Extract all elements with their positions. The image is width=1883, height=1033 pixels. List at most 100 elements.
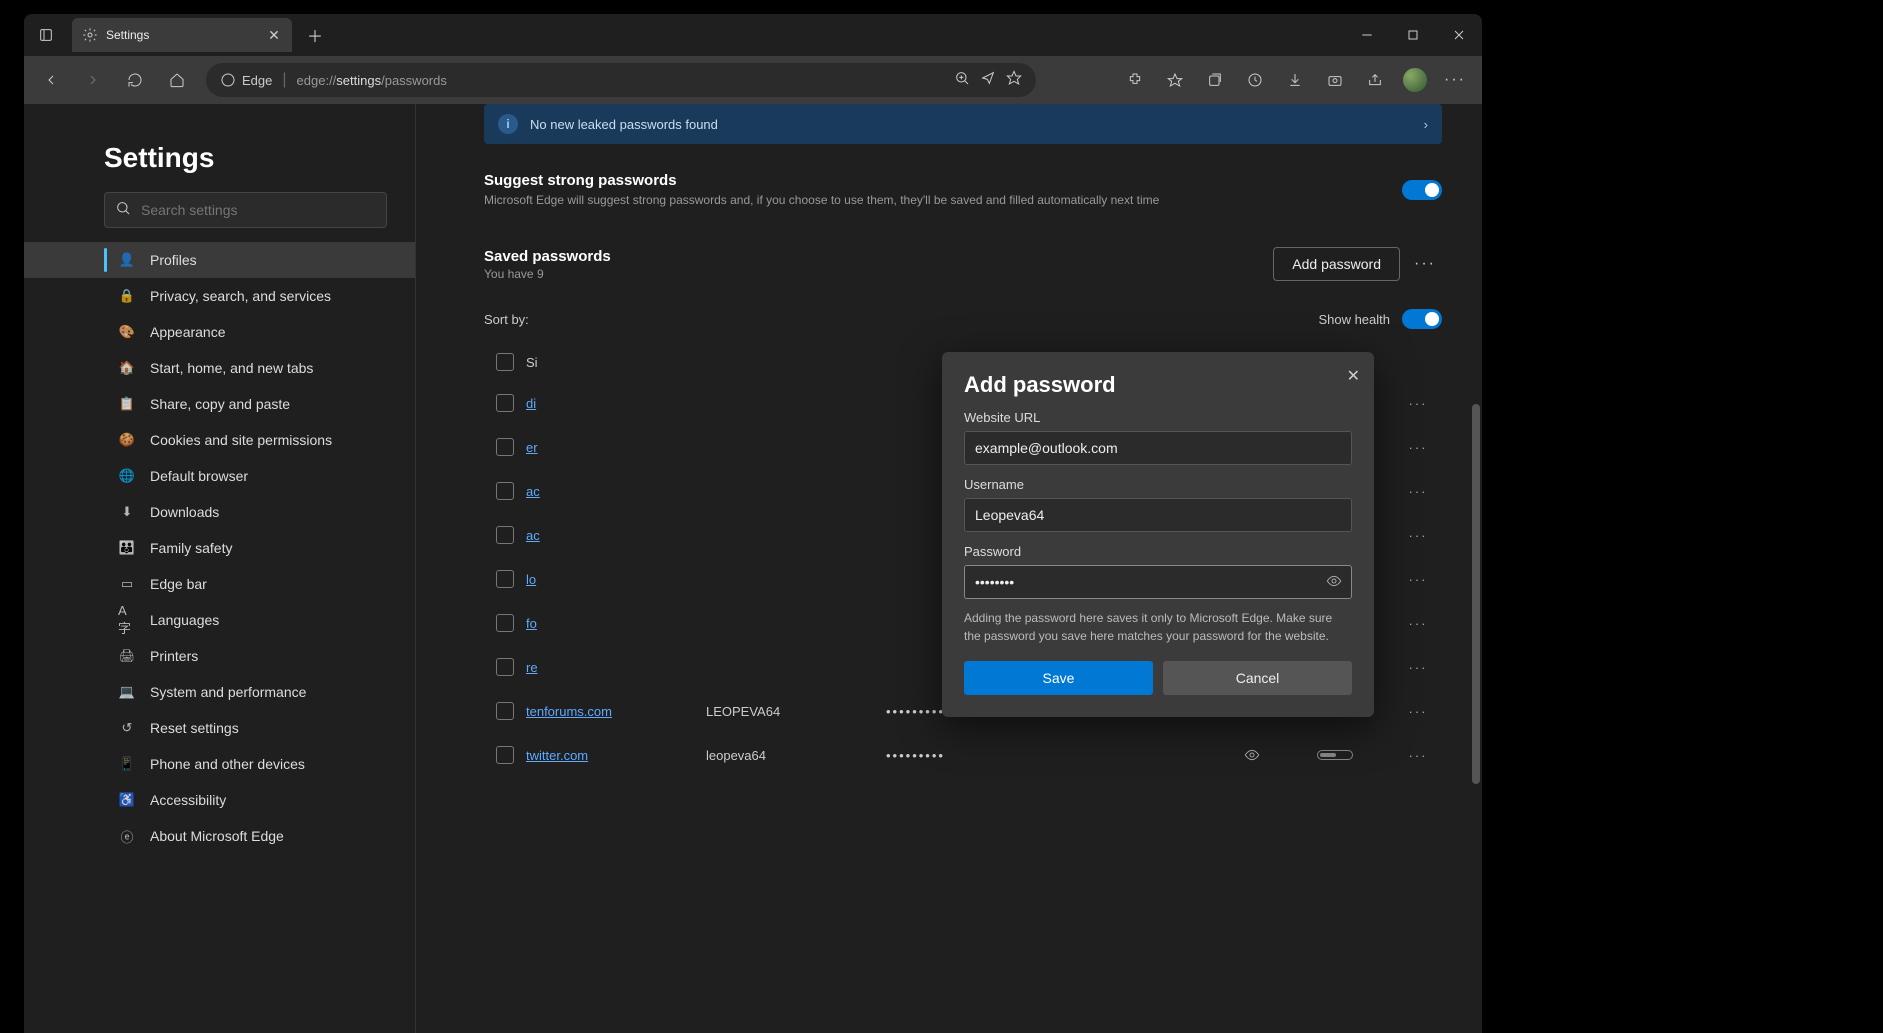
row-checkbox[interactable] [496,570,514,588]
sidebar-item-default-browser[interactable]: 🌐Default browser [24,458,415,494]
cancel-button[interactable]: Cancel [1163,661,1352,695]
row-more-button[interactable]: ··· [1398,484,1438,499]
save-button[interactable]: Save [964,661,1153,695]
browser-tab[interactable]: Settings ✕ [72,18,292,52]
row-site[interactable]: di [526,396,706,411]
favorite-icon[interactable] [1006,70,1022,91]
health-indicator [1300,750,1370,760]
refresh-button[interactable] [116,61,154,99]
search-settings[interactable] [104,192,387,228]
row-site[interactable]: ac [526,484,706,499]
sidebar-item-share-copy-and-paste[interactable]: 📋Share, copy and paste [24,386,415,422]
nav-label: Share, copy and paste [150,396,290,412]
sidebar-item-languages[interactable]: A字Languages [24,602,415,638]
favorites-icon[interactable] [1156,61,1194,99]
sidebar-item-reset-settings[interactable]: ↺Reset settings [24,710,415,746]
zoom-icon[interactable] [954,70,970,91]
minimize-button[interactable] [1344,19,1390,51]
row-more-button[interactable]: ··· [1398,616,1438,631]
row-more-button[interactable]: ··· [1398,528,1438,543]
new-tab-button[interactable]: ＋ [298,18,332,52]
password-input[interactable] [964,565,1352,599]
sidebar-item-appearance[interactable]: 🎨Appearance [24,314,415,350]
row-more-button[interactable]: ··· [1398,748,1438,763]
row-checkbox[interactable] [496,438,514,456]
sidebar-item-family-safety[interactable]: 👪Family safety [24,530,415,566]
suggest-title: Suggest strong passwords [484,172,1402,189]
sidebar-item-edge-bar[interactable]: ▭Edge bar [24,566,415,602]
row-site[interactable]: lo [526,572,706,587]
nav-icon: 🍪 [118,432,136,448]
history-icon[interactable] [1236,61,1274,99]
sidebar-item-phone-and-other-devices[interactable]: 📱Phone and other devices [24,746,415,782]
add-password-dialog: ✕ Add password Website URL Username Pass… [942,352,1374,717]
nav-label: Edge bar [150,576,207,592]
menu-button[interactable]: ··· [1436,61,1474,99]
chevron-right-icon: › [1424,117,1428,132]
screenshot-icon[interactable] [1316,61,1354,99]
collections-icon[interactable] [1196,61,1234,99]
leaked-passwords-banner[interactable]: i No new leaked passwords found › [484,104,1442,144]
close-tab-button[interactable]: ✕ [266,27,282,43]
row-checkbox[interactable] [496,526,514,544]
profile-avatar[interactable] [1396,61,1434,99]
show-health-label: Show health [1318,312,1390,327]
row-site[interactable]: fo [526,616,706,631]
suggest-toggle[interactable] [1402,180,1442,200]
website-url-input[interactable] [964,431,1352,465]
close-window-button[interactable] [1436,19,1482,51]
sidebar-item-about-microsoft-edge[interactable]: ⓔAbout Microsoft Edge [24,818,415,854]
banner-text: No new leaked passwords found [530,117,718,132]
show-health-toggle[interactable] [1402,309,1442,329]
tab-actions-button[interactable] [24,14,68,56]
nav-icon: 📱 [118,756,136,772]
address-bar[interactable]: Edge | edge://settings/passwords [206,63,1036,97]
forward-button[interactable] [74,61,112,99]
send-icon[interactable] [980,70,996,91]
row-more-button[interactable]: ··· [1398,396,1438,411]
row-checkbox[interactable] [496,614,514,632]
nav-icon: 🔒 [118,288,136,304]
row-site[interactable]: ac [526,528,706,543]
search-input[interactable] [141,202,376,218]
row-more-button[interactable]: ··· [1398,704,1438,719]
row-checkbox[interactable] [496,482,514,500]
row-checkbox[interactable] [496,658,514,676]
maximize-button[interactable] [1390,19,1436,51]
home-button[interactable] [158,61,196,99]
edge-chip: Edge [220,72,272,88]
row-checkbox[interactable] [496,746,514,764]
add-password-button[interactable]: Add password [1273,247,1400,281]
back-button[interactable] [32,61,70,99]
row-more-button[interactable]: ··· [1398,440,1438,455]
reveal-icon[interactable] [1232,747,1272,763]
sidebar-item-downloads[interactable]: ⬇Downloads [24,494,415,530]
row-checkbox[interactable] [496,702,514,720]
sidebar-item-system-and-performance[interactable]: 💻System and performance [24,674,415,710]
sidebar-item-printers[interactable]: 🖨Printers [24,638,415,674]
select-all-checkbox[interactable] [496,353,514,371]
username-input[interactable] [964,498,1352,532]
sidebar-item-profiles[interactable]: 👤Profiles [24,242,415,278]
divider: | [282,71,286,89]
dialog-close-button[interactable]: ✕ [1347,366,1360,386]
row-checkbox[interactable] [496,394,514,412]
scrollbar[interactable] [1472,404,1480,784]
sidebar-item-accessibility[interactable]: ♿Accessibility [24,782,415,818]
extensions-icon[interactable] [1116,61,1154,99]
downloads-icon[interactable] [1276,61,1314,99]
reveal-password-icon[interactable] [1326,573,1342,594]
row-site[interactable]: re [526,660,706,675]
row-site[interactable]: tenforums.com [526,704,706,719]
row-more-button[interactable]: ··· [1398,572,1438,587]
sidebar-item-start-home-and-new-tabs[interactable]: 🏠Start, home, and new tabs [24,350,415,386]
nav-label: Cookies and site permissions [150,432,332,448]
nav-label: Printers [150,648,198,664]
share-icon[interactable] [1356,61,1394,99]
row-site[interactable]: er [526,440,706,455]
row-more-button[interactable]: ··· [1398,660,1438,675]
sidebar-item-privacy-search-and-services[interactable]: 🔒Privacy, search, and services [24,278,415,314]
sidebar-item-cookies-and-site-permissions[interactable]: 🍪 Cookies and site permissions [24,422,415,458]
saved-more-button[interactable]: ··· [1408,247,1442,281]
row-site[interactable]: twitter.com [526,748,706,763]
